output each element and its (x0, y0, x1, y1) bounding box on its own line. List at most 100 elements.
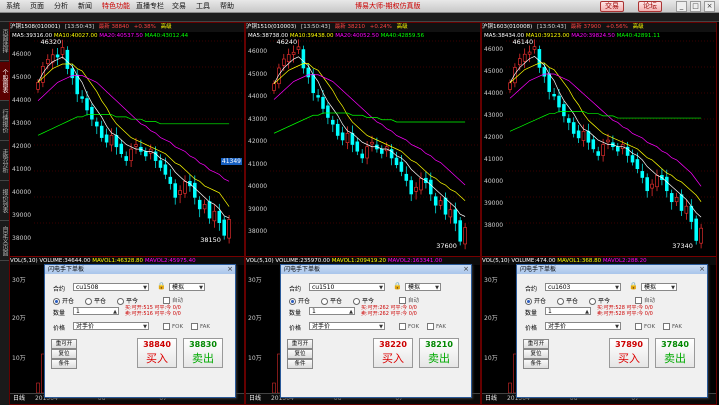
contract-select[interactable]: cu1510 ▼ (309, 283, 385, 291)
order-dialog[interactable]: 闪电手下单板 × 合约 cu1508 ▼ 🔒 模拟 ▼ 开仓 平仓 平今 自动 数量 … (44, 264, 236, 398)
y-tick-label: 45000 (248, 70, 268, 78)
condition-button[interactable]: 条件 (51, 359, 77, 369)
buy-button[interactable]: 38840 买入 (137, 338, 177, 368)
fok-checkbox[interactable]: FOK (399, 323, 419, 330)
minimize-button[interactable]: _ (676, 1, 687, 12)
chart-panel-0[interactable]: 沪铜1508(010001) [13:50:43] 最新 38840 +0.38… (9, 22, 245, 405)
condition-button[interactable]: 条件 (523, 359, 549, 369)
candle-body (438, 200, 443, 206)
contract-select[interactable]: cu1508 ▼ (73, 283, 149, 291)
price-select[interactable]: 对手价 ▼ (73, 322, 149, 330)
left-tab-1[interactable]: 个股图表 (0, 62, 9, 101)
fak-checkbox[interactable]: FAK (191, 323, 210, 330)
menu-item-news[interactable]: 新闻 (78, 1, 92, 11)
reopen-button[interactable]: 重可开 (287, 339, 313, 349)
sell-label: 卖出 (192, 352, 214, 365)
chart-panel-2[interactable]: 沪铜1603(010008) [13:50:43] 最新 37900 +0.56… (481, 22, 717, 405)
menu-item-page[interactable]: 页面 (30, 1, 44, 11)
auto-checkbox[interactable]: 自动 (635, 296, 655, 304)
dialog-titlebar[interactable]: 闪电手下单板 × (281, 265, 471, 274)
sell-button[interactable]: 37840 卖出 (655, 338, 695, 368)
close-today-radio[interactable]: 平今 (353, 296, 374, 305)
close-today-radio[interactable]: 平今 (589, 296, 610, 305)
menu-item-help[interactable]: 帮助 (220, 1, 234, 11)
spinner-icon[interactable]: ▲ (113, 308, 117, 316)
left-tab-0[interactable]: 页面选择 (0, 22, 9, 61)
sell-button[interactable]: 38830 卖出 (183, 338, 223, 368)
period-label[interactable]: 日线 (249, 395, 261, 402)
dialog-titlebar[interactable]: 闪电手下单板 × (45, 265, 235, 274)
close-radio[interactable]: 平仓 (557, 296, 578, 305)
reset-button[interactable]: 复位 (523, 349, 549, 359)
sell-label: 卖出 (428, 352, 450, 365)
candle-body (591, 139, 596, 150)
left-tab-3[interactable]: 走势分析 (0, 142, 9, 181)
lock-icon[interactable]: 🔒 (393, 282, 402, 290)
close-button[interactable]: × (704, 1, 715, 12)
left-tab-2[interactable]: 行情报价 (0, 102, 9, 141)
dialog-close-icon[interactable]: × (463, 265, 469, 274)
fok-checkbox[interactable]: FOK (163, 323, 183, 330)
toolbar-strip (0, 13, 719, 22)
account-select[interactable]: 模拟 ▼ (641, 283, 677, 291)
order-dialog[interactable]: 闪电手下单板 × 合约 cu1603 ▼ 🔒 模拟 ▼ 开仓 平仓 平今 自动 数量 … (516, 264, 708, 398)
fak-checkbox[interactable]: FAK (427, 323, 446, 330)
lock-icon[interactable]: 🔒 (157, 282, 166, 290)
ma40-line (37, 114, 230, 136)
buy-button[interactable]: 37890 买入 (609, 338, 649, 368)
price-select[interactable]: 对手价 ▼ (309, 322, 385, 330)
account-select[interactable]: 模拟 ▼ (169, 283, 205, 291)
menu-item-system[interactable]: 系统 (6, 1, 20, 11)
open-radio[interactable]: 开仓 (289, 296, 310, 305)
close-radio[interactable]: 平仓 (85, 296, 106, 305)
candle-body (576, 130, 581, 139)
candle-body (370, 141, 374, 145)
qty-input[interactable]: 1 ▲ (545, 307, 591, 315)
maximize-button[interactable]: □ (690, 1, 701, 12)
qty-input[interactable]: 1 ▲ (309, 307, 355, 315)
qty-input[interactable]: 1 ▲ (73, 307, 119, 315)
left-tab-5[interactable]: 自定义页面 (0, 222, 9, 261)
period-label[interactable]: 日线 (13, 395, 25, 402)
menu-item-trade[interactable]: 交易 (172, 1, 186, 11)
menu-item-live[interactable]: 直播专栏 (136, 1, 164, 11)
contract-select[interactable]: cu1603 ▼ (545, 283, 621, 291)
y-tick-label: 44000 (248, 93, 268, 101)
close-today-radio[interactable]: 平今 (117, 296, 138, 305)
close-radio[interactable]: 平仓 (321, 296, 342, 305)
candle-body (95, 121, 99, 127)
spinner-icon[interactable]: ▲ (585, 308, 589, 316)
reopen-button[interactable]: 重可开 (51, 339, 77, 349)
candle-body (655, 175, 659, 188)
dialog-close-icon[interactable]: × (699, 265, 705, 274)
order-dialog[interactable]: 闪电手下单板 × 合约 cu1510 ▼ 🔒 模拟 ▼ 开仓 平仓 平今 自动 数量 … (280, 264, 472, 398)
chart-panel-1[interactable]: 沪铜1510(010003) [13:50:43] 最新 38210 +0.24… (245, 22, 481, 405)
fok-checkbox[interactable]: FOK (635, 323, 655, 330)
reset-button[interactable]: 复位 (51, 349, 77, 359)
menu-item-analysis[interactable]: 分析 (54, 1, 68, 11)
condition-button[interactable]: 条件 (287, 359, 313, 369)
open-radio[interactable]: 开仓 (53, 296, 74, 305)
account-select[interactable]: 模拟 ▼ (405, 283, 441, 291)
auto-checkbox[interactable]: 自动 (399, 296, 419, 304)
sell-button[interactable]: 38210 卖出 (419, 338, 459, 368)
open-radio[interactable]: 开仓 (525, 296, 546, 305)
dialog-titlebar[interactable]: 闪电手下单板 × (517, 265, 707, 274)
auto-checkbox[interactable]: 自动 (163, 296, 183, 304)
forum-button[interactable]: 论坛 (638, 1, 662, 12)
menu-item-features[interactable]: 特色功能 (102, 1, 130, 11)
reset-button[interactable]: 复位 (287, 349, 313, 359)
buy-button[interactable]: 38220 买入 (373, 338, 413, 368)
price-select[interactable]: 对手价 ▼ (545, 322, 621, 330)
reopen-button[interactable]: 重可开 (523, 339, 549, 349)
ma20-line (273, 74, 466, 186)
spinner-icon[interactable]: ▲ (349, 308, 353, 316)
dialog-close-icon[interactable]: × (227, 265, 233, 274)
period-label[interactable]: 日线 (485, 395, 497, 402)
fak-checkbox[interactable]: FAK (663, 323, 682, 330)
lock-icon[interactable]: 🔒 (629, 282, 638, 290)
position-info: 买:可开:262 可平:今 0/0 卖:可开:262 可平:今 0/0 (361, 305, 417, 317)
left-tab-4[interactable]: 报价列表 (0, 182, 9, 221)
menu-item-tools[interactable]: 工具 (196, 1, 210, 11)
trade-button[interactable]: 交易 (600, 1, 624, 12)
